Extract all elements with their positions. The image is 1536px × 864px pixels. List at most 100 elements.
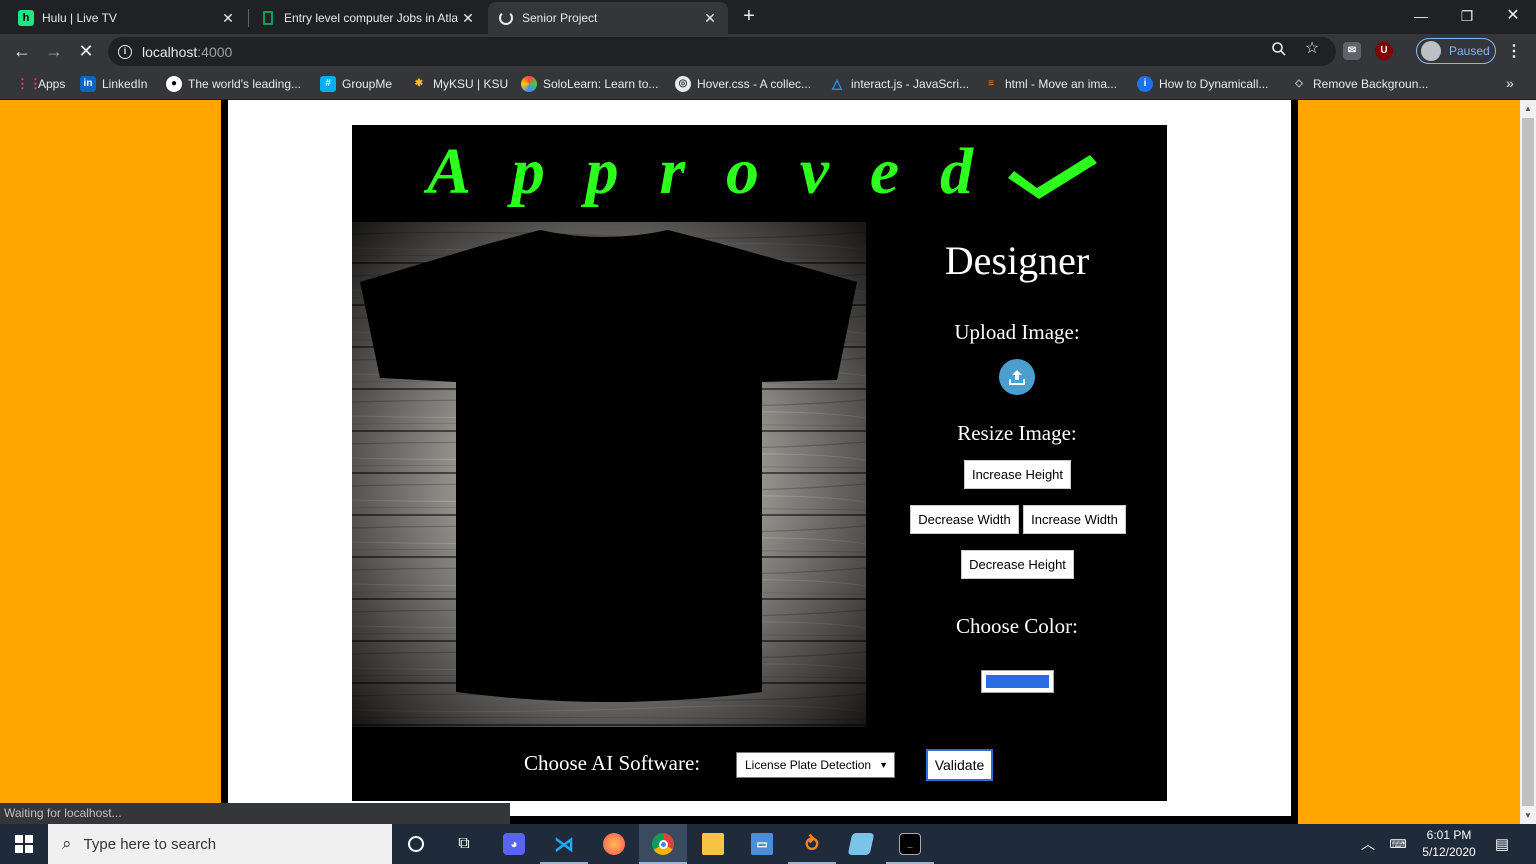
- bookmark-groupme[interactable]: # GroupMe: [320, 75, 392, 93]
- address-bar[interactable]: i localhost:4000: [108, 37, 1336, 66]
- extension-mail-icon[interactable]: ✉: [1343, 42, 1361, 60]
- windows-taskbar: ⌕ Type here to search ⧉ ◕ ⋊ ▭ ⥁ _ ︿ ⌨ 6:…: [0, 824, 1536, 864]
- increase-height-button[interactable]: Increase Height: [964, 460, 1071, 489]
- scroll-down-icon[interactable]: ▼: [1524, 811, 1532, 820]
- github-icon: ●: [166, 76, 182, 92]
- tab-senior-project[interactable]: Senior Project ✕: [488, 2, 728, 34]
- cortana-button[interactable]: [392, 824, 440, 864]
- tab-hulu[interactable]: h Hulu | Live TV ✕: [8, 2, 246, 34]
- notes-icon: [847, 833, 875, 855]
- groupme-icon: #: [320, 76, 336, 92]
- bookmark-myksu[interactable]: ✱ MyKSU | KSU: [411, 75, 508, 93]
- upload-icon: [1009, 370, 1025, 385]
- url-port: :4000: [197, 43, 233, 60]
- logo-text: Approved: [423, 135, 987, 208]
- terminal-icon: _: [899, 833, 921, 855]
- file-explorer-app[interactable]: [689, 824, 737, 864]
- sololearn-icon: [521, 76, 537, 92]
- bookmark-github[interactable]: ● The world's leading...: [166, 75, 301, 93]
- bookmark-hovercss[interactable]: ◎ Hover.css - A collec...: [675, 75, 811, 93]
- bookmark-label: interact.js - JavaScri...: [851, 77, 970, 91]
- bookmark-dynamically[interactable]: i How to Dynamicall...: [1137, 75, 1268, 93]
- restore-button[interactable]: ❐: [1444, 0, 1490, 32]
- decrease-width-button[interactable]: Decrease Width: [910, 505, 1019, 534]
- back-button[interactable]: ←: [10, 39, 34, 63]
- more-menu-icon[interactable]: ⋮: [1506, 42, 1522, 62]
- remote-desktop-app[interactable]: ▭: [738, 824, 786, 864]
- bookmark-star-icon[interactable]: ☆: [1304, 41, 1320, 57]
- firefox-app[interactable]: [590, 824, 638, 864]
- bookmark-label: LinkedIn: [102, 77, 148, 91]
- close-icon[interactable]: ✕: [702, 10, 718, 27]
- loading-spinner-icon: [498, 10, 514, 26]
- hulu-icon: h: [18, 10, 34, 26]
- page-scrollbar[interactable]: ▲ ▼: [1520, 100, 1536, 824]
- task-view-button[interactable]: ⧉: [440, 824, 488, 864]
- task-view-icon: ⧉: [458, 835, 470, 852]
- start-button[interactable]: [0, 824, 48, 864]
- bookmark-apps[interactable]: ⋮⋮ Apps: [16, 75, 65, 93]
- minimize-button[interactable]: —: [1398, 0, 1444, 32]
- tab-title: Hulu | Live TV: [42, 11, 117, 25]
- system-clock[interactable]: 6:01 PM 5/12/2020: [1412, 827, 1486, 861]
- site-icon: i: [1137, 76, 1153, 92]
- eclipse-app[interactable]: ⥁: [788, 824, 836, 864]
- chrome-app[interactable]: [639, 824, 687, 864]
- vscode-icon: ⋊: [554, 833, 574, 856]
- designer-panel: Designer Upload Image: Resize Image: Inc…: [892, 222, 1142, 727]
- bookmark-label: GroupMe: [342, 77, 393, 91]
- linkedin-icon: in: [80, 76, 96, 92]
- zoom-search-icon[interactable]: [1271, 41, 1287, 57]
- clock-date: 5/12/2020: [1422, 845, 1476, 859]
- apps-grid-icon: ⋮⋮: [16, 76, 42, 91]
- tab-jobs[interactable]: Entry level computer Jobs in Atla ✕: [250, 2, 486, 34]
- dropdown-arrow-icon: ▼: [879, 760, 888, 770]
- info-icon[interactable]: i: [118, 44, 132, 59]
- close-icon[interactable]: ✕: [460, 10, 476, 27]
- new-tab-button[interactable]: +: [738, 5, 760, 27]
- decrease-height-button[interactable]: Decrease Height: [961, 550, 1074, 579]
- bookmark-interactjs[interactable]: △ interact.js - JavaScri...: [829, 75, 969, 93]
- input-method-icon[interactable]: ⌨: [1386, 824, 1410, 864]
- window-close-button[interactable]: ✕: [1490, 0, 1536, 32]
- scroll-thumb[interactable]: [1522, 118, 1534, 806]
- ksu-icon: ✱: [414, 78, 424, 89]
- notifications-icon[interactable]: ▤: [1490, 824, 1514, 864]
- sheets-icon: [260, 10, 276, 26]
- taskbar-search[interactable]: ⌕ Type here to search: [48, 824, 392, 864]
- windows-icon: [15, 835, 33, 853]
- designer-app: Approved Designer Upload Image: Resize I…: [352, 125, 1167, 801]
- chrome-icon: [652, 833, 674, 855]
- tab-title: Entry level computer Jobs in Atla: [284, 11, 459, 25]
- bookmark-label: Hover.css - A collec...: [697, 77, 812, 91]
- ai-software-select[interactable]: License Plate Detection ▼: [736, 752, 895, 778]
- forward-button[interactable]: →: [42, 39, 66, 63]
- profile-button[interactable]: Paused: [1416, 38, 1496, 64]
- close-icon[interactable]: ✕: [220, 10, 236, 27]
- color-picker[interactable]: [981, 670, 1054, 693]
- bookmark-removebg[interactable]: ◇ Remove Backgroun...: [1291, 75, 1428, 93]
- approved-logo: Approved: [422, 133, 1102, 213]
- bookmark-label: The world's leading...: [188, 77, 302, 91]
- bookmark-stackoverflow[interactable]: ≡ html - Move an ima...: [983, 75, 1117, 93]
- vscode-app[interactable]: ⋊: [540, 824, 588, 864]
- bookmark-label: html - Move an ima...: [1005, 77, 1118, 91]
- tray-overflow-icon[interactable]: ︿: [1356, 824, 1380, 864]
- stop-loading-button[interactable]: ✕: [74, 39, 98, 63]
- shirt-preview: [352, 222, 866, 727]
- discord-app[interactable]: ◕: [490, 824, 538, 864]
- search-placeholder: Type here to search: [83, 835, 217, 853]
- ublock-icon[interactable]: U: [1375, 42, 1393, 60]
- resize-label: Resize Image:: [957, 421, 1077, 445]
- bookmark-sololearn[interactable]: SoloLearn: Learn to...: [521, 75, 658, 93]
- bookmark-linkedin[interactable]: in LinkedIn: [80, 75, 147, 93]
- notes-app[interactable]: [837, 824, 885, 864]
- validate-button[interactable]: Validate: [926, 749, 993, 781]
- scroll-up-icon[interactable]: ▲: [1524, 104, 1532, 113]
- upload-button[interactable]: [999, 359, 1035, 395]
- increase-width-button[interactable]: Increase Width: [1023, 505, 1126, 534]
- terminal-app[interactable]: _: [886, 824, 934, 864]
- tab-title: Senior Project: [522, 11, 598, 25]
- discord-icon: ◕: [503, 833, 525, 855]
- bookmarks-overflow-icon[interactable]: »: [1506, 75, 1514, 91]
